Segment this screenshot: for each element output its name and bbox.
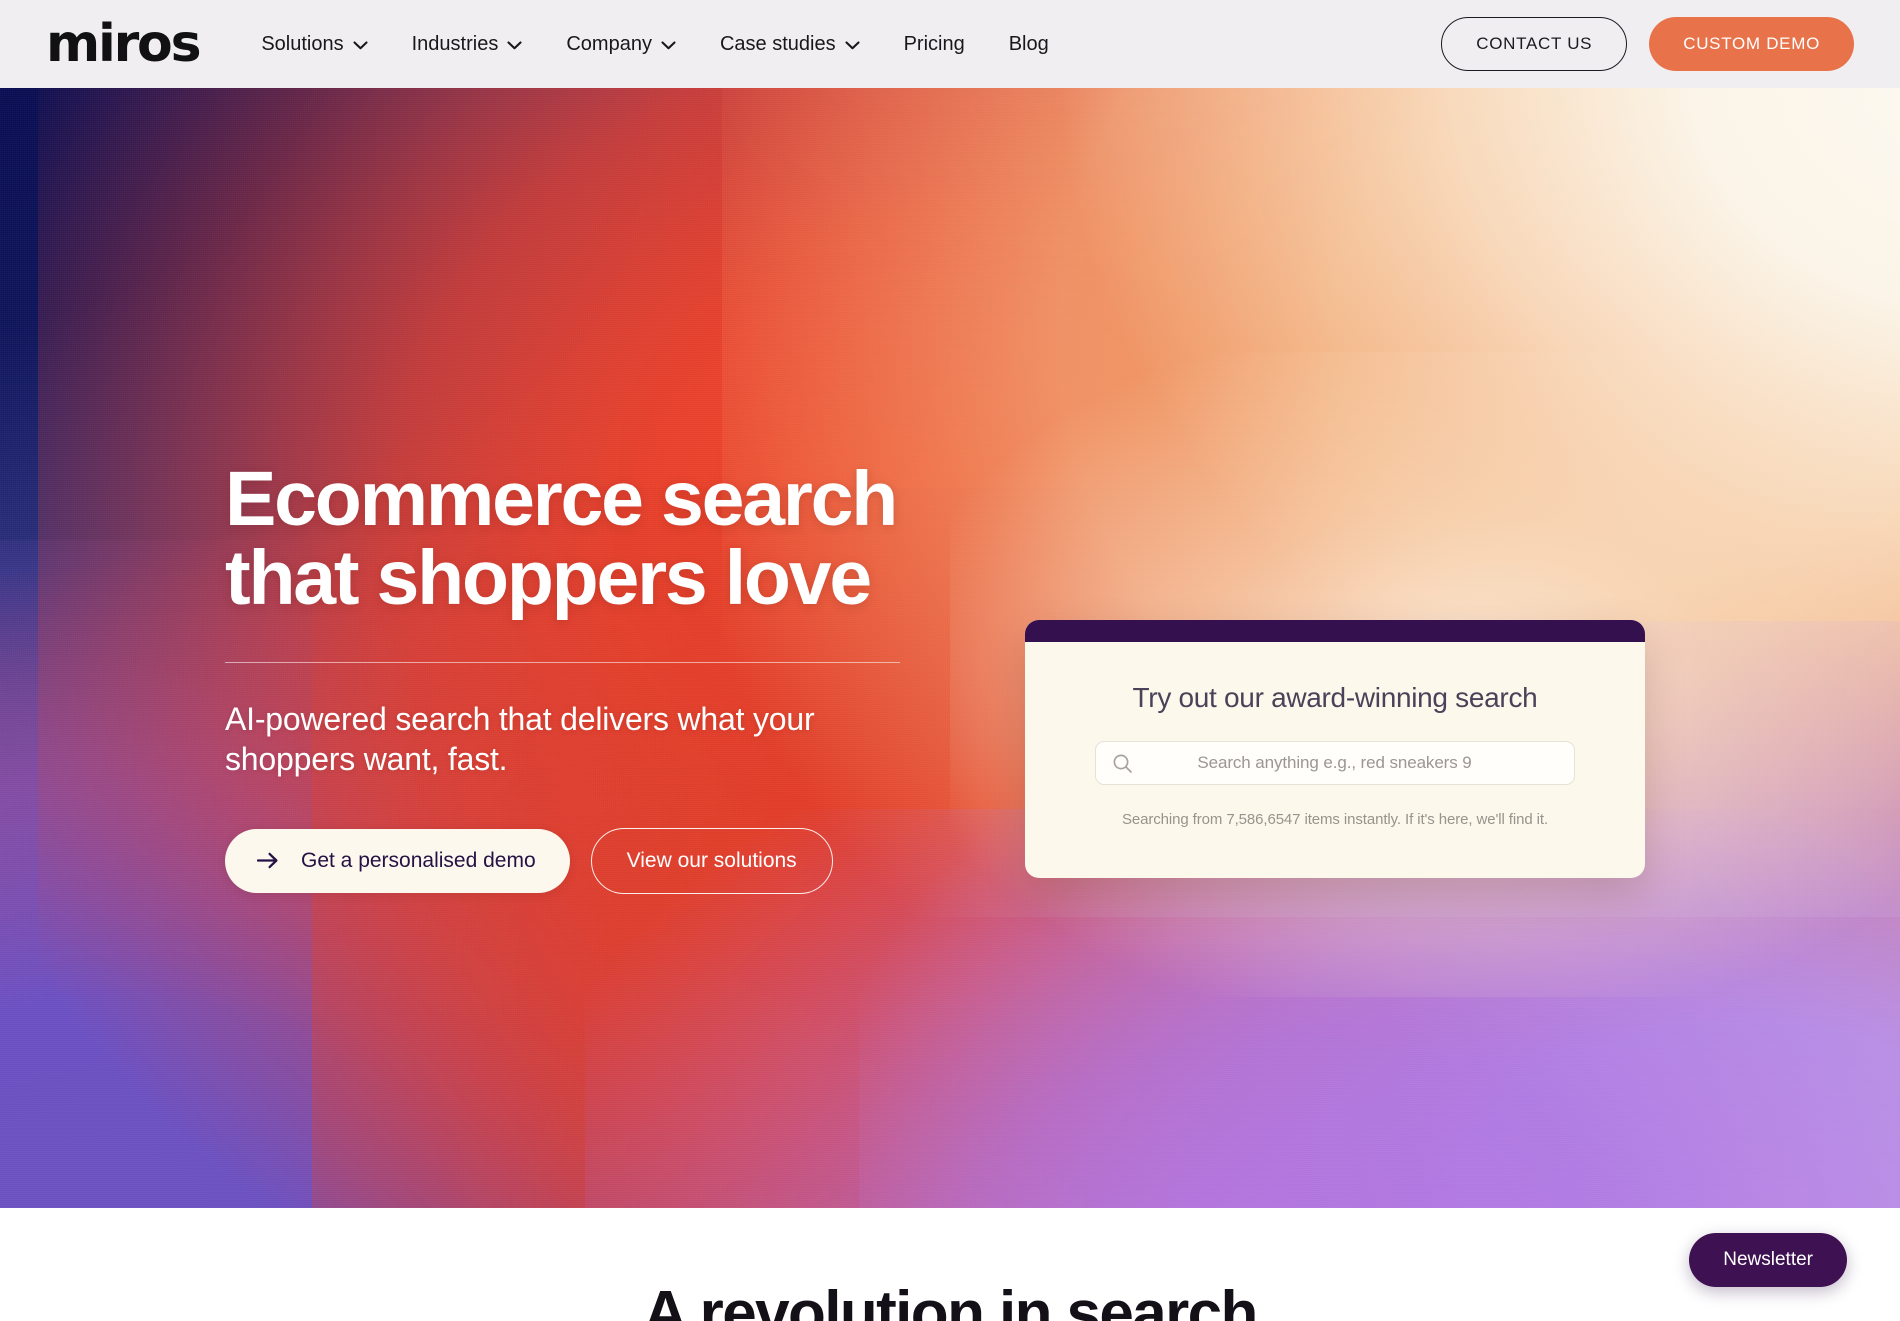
search-icon <box>1112 753 1133 774</box>
hero-subtitle: AI-powered search that delivers what you… <box>225 700 815 778</box>
nav-actions: CONTACT US CUSTOM DEMO <box>1441 17 1854 71</box>
card-header-bar <box>1025 620 1645 642</box>
miros-logo[interactable]: miros <box>46 18 202 70</box>
nav-item-label: Industries <box>411 32 499 55</box>
nav-item-solutions[interactable]: Solutions <box>239 23 389 66</box>
nav-item-blog[interactable]: Blog <box>987 23 1071 66</box>
nav-item-label: Case studies <box>719 32 836 55</box>
hero-title-line-1: Ecommerce search <box>225 456 898 542</box>
search-input-wrapper[interactable]: Search anything e.g., red sneakers 9 <box>1095 741 1575 785</box>
hero-content: Ecommerce search that shoppers love AI-p… <box>225 459 925 894</box>
chevron-down-icon <box>353 40 368 50</box>
page-root: miros Solutions Industries Company Case … <box>0 0 1900 1321</box>
chevron-down-icon <box>507 40 522 50</box>
nav-item-label: Pricing <box>903 32 965 55</box>
nav-item-label: Solutions <box>261 32 344 55</box>
search-input-placeholder: Search anything e.g., red sneakers 9 <box>1197 753 1472 772</box>
chevron-down-icon <box>661 40 676 50</box>
next-section: A revolution in search <box>0 1208 1900 1321</box>
top-navigation-bar: miros Solutions Industries Company Case … <box>0 0 1900 88</box>
card-body: Try out our award-winning search Search … <box>1025 642 1645 828</box>
nav-item-pricing[interactable]: Pricing <box>882 23 987 66</box>
hero-title: Ecommerce search that shoppers love <box>225 459 925 622</box>
view-our-solutions-button[interactable]: View our solutions <box>590 827 833 894</box>
nav-item-label: Company <box>566 32 652 55</box>
next-section-heading: A revolution in search <box>643 1279 1258 1321</box>
nav-item-label: Blog <box>1008 32 1049 55</box>
contact-us-button[interactable]: CONTACT US <box>1441 17 1628 71</box>
nav-item-case-studies[interactable]: Case studies <box>698 23 882 66</box>
search-demo-card: Try out our award-winning search Search … <box>1025 620 1645 878</box>
search-card-title: Try out our award-winning search <box>1132 682 1538 713</box>
newsletter-button[interactable]: Newsletter <box>1689 1233 1847 1287</box>
hero-divider <box>225 661 900 663</box>
search-card-note: Searching from 7,586,6547 items instantl… <box>1121 811 1549 828</box>
chevron-down-icon <box>845 40 860 50</box>
primary-cta-label: Get a personalised demo <box>301 848 536 872</box>
main-nav-links: Solutions Industries Company Case studie… <box>239 23 1070 66</box>
get-personalised-demo-button[interactable]: Get a personalised demo <box>225 828 570 893</box>
nav-item-company[interactable]: Company <box>544 23 698 66</box>
hero-section: Ecommerce search that shoppers love AI-p… <box>0 88 1900 1208</box>
nav-item-industries[interactable]: Industries <box>390 23 545 66</box>
arrow-right-icon <box>257 852 279 869</box>
hero-title-line-2: that shoppers love <box>225 535 872 622</box>
hero-cta-group: Get a personalised demo View our solutio… <box>225 827 925 894</box>
custom-demo-button[interactable]: CUSTOM DEMO <box>1649 17 1854 71</box>
